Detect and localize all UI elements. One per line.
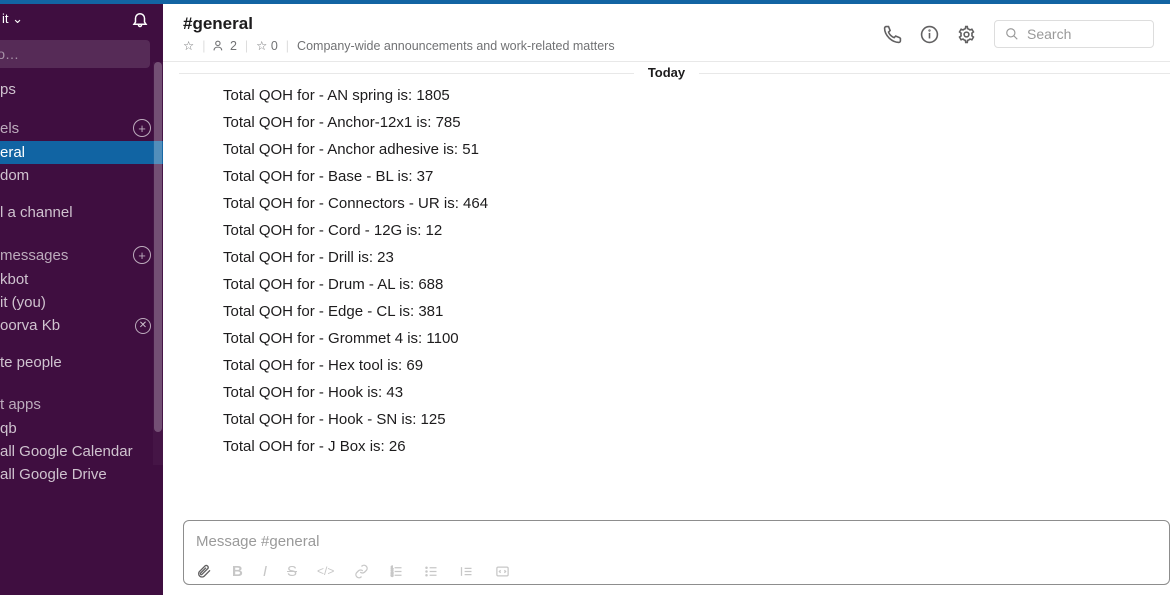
sidebar-section-channels[interactable]: els + [0,115,163,141]
codeblock-icon[interactable] [494,564,511,579]
svg-text:3: 3 [391,572,394,577]
message-line: Total QOH for - Hook - SN is: 125 [223,406,1150,433]
gear-icon[interactable] [957,25,976,44]
sidebar-channel-item[interactable]: eral [0,141,163,164]
message-line: Total QOH for - AN spring is: 1805 [223,82,1150,109]
message-line: Total QOH for - Grommet 4 is: 1100 [223,325,1150,352]
composer-toolbar: B I S </> 123 [196,560,1157,580]
close-icon[interactable]: ✕ [135,318,151,334]
attach-icon[interactable] [196,562,212,580]
info-icon[interactable] [920,25,939,44]
message-line: Total QOH for - Hex tool is: 69 [223,352,1150,379]
call-icon[interactable] [883,25,902,44]
sidebar-app-item[interactable]: all Google Calendar [0,440,163,463]
pins-count[interactable]: ☆ 0 [256,38,278,53]
sidebar-section-dms[interactable]: messages + [0,242,163,268]
add-dm-icon[interactable]: + [133,246,151,264]
workspace-menu[interactable]: it ⌄ [0,11,23,27]
main-pane: #general ☆ | 2 | ☆ 0 | Company-wide anno… [163,4,1170,595]
star-icon[interactable]: ☆ [183,38,194,53]
sidebar-scroll-thumb[interactable] [154,62,162,432]
search-input[interactable] [1027,26,1143,42]
channel-header: #general ☆ | 2 | ☆ 0 | Company-wide anno… [163,4,1170,62]
message-line: Total QOH for - J Box is: 26 [223,433,1150,451]
blockquote-icon[interactable] [459,564,474,579]
channel-topic[interactable]: Company-wide announcements and work-rela… [297,39,615,53]
message-line: Total QOH for - Edge - CL is: 381 [223,298,1150,325]
message-line: Total QOH for - Base - BL is: 37 [223,163,1150,190]
message-line: Total QOH for - Drill is: 23 [223,244,1150,271]
channel-title: #general [183,14,883,34]
sidebar-app-item[interactable]: all Google Drive [0,463,163,486]
message-line: Total QOH for - Anchor-12x1 is: 785 [223,109,1150,136]
jump-to-input[interactable]: mp to… [0,40,150,68]
sidebar-dm-item[interactable]: oorva Kb✕ [0,314,163,337]
sidebar-add-channel[interactable]: l a channel [0,201,163,224]
composer-input[interactable] [196,529,1157,560]
italic-icon[interactable]: I [263,563,267,580]
search-icon [1005,27,1019,41]
notifications-icon[interactable] [131,10,149,28]
chevron-down-icon: ⌄ [12,11,23,26]
ordered-list-icon[interactable]: 123 [389,564,404,579]
bullet-list-icon[interactable] [424,564,439,579]
sidebar-item-threads[interactable]: ps [0,78,163,101]
sidebar-section-apps[interactable]: t apps [0,392,163,417]
sidebar-dm-item[interactable]: it (you) [0,291,163,314]
sidebar-dm-item[interactable]: kbot [0,268,163,291]
sidebar-app-item[interactable]: qb [0,417,163,440]
sidebar-invite-people[interactable]: te people [0,351,163,374]
message-list: Total QOH for - AN spring is: 1805Total … [163,82,1170,520]
code-icon[interactable]: </> [317,564,334,578]
message-line: Total QOH for - Drum - AL is: 688 [223,271,1150,298]
link-icon[interactable] [354,564,369,579]
message-line: Total QOH for - Hook is: 43 [223,379,1150,406]
sidebar: it ⌄ mp to… ps els + eraldom l a channel… [0,4,163,595]
message-line: Total QOH for - Cord - 12G is: 12 [223,217,1150,244]
bold-icon[interactable]: B [232,563,243,580]
message-composer[interactable]: B I S </> 123 [183,520,1170,585]
members-count[interactable]: 2 [213,39,236,53]
date-divider: Today [163,64,1170,82]
add-channel-icon[interactable]: + [133,119,151,137]
message-line: Total QOH for - Connectors - UR is: 464 [223,190,1150,217]
message-line: Total QOH for - Anchor adhesive is: 51 [223,136,1150,163]
search-box[interactable] [994,20,1154,48]
sidebar-channel-item[interactable]: dom [0,164,163,187]
sidebar-scrollbar[interactable] [153,62,163,465]
strike-icon[interactable]: S [287,563,297,580]
